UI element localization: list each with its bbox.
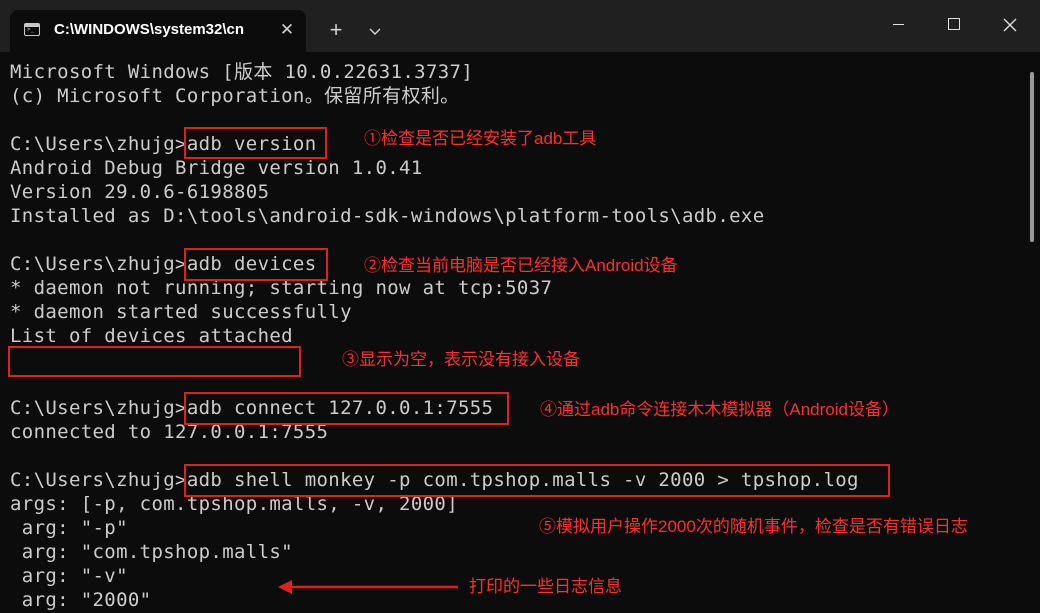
close-window-button[interactable] <box>982 0 1038 50</box>
new-tab-button[interactable]: + <box>322 17 350 45</box>
terminal-tab[interactable]: C:\WINDOWS\system32\cn ✕ <box>10 10 306 52</box>
console-line: Version 29.0.6-6198805 <box>10 181 270 203</box>
chevron-down-icon <box>369 28 381 36</box>
console-line: arg: "2000" <box>10 589 152 611</box>
annotation-note-1: ①检查是否已经安装了adb工具 <box>364 129 597 148</box>
tab-dropdown-button[interactable] <box>362 17 388 45</box>
console-line: (c) Microsoft Corporation。保留所有权利。 <box>10 85 460 107</box>
console-line: List of devices attached <box>10 325 293 347</box>
annotation-note-3: ③显示为空，表示没有接入设备 <box>342 350 580 369</box>
console-line: arg: "com.tpshop.malls" <box>10 541 293 563</box>
highlight-box-empty-device-list <box>8 346 301 377</box>
tab-title: C:\WINDOWS\system32\cn <box>54 21 245 38</box>
annotation-note-4: ④通过adb命令连接木木模拟器（Android设备） <box>540 400 899 419</box>
console-line: Installed as D:\tools\android-sdk-window… <box>10 205 765 227</box>
terminal-icon <box>24 23 40 36</box>
annotation-note-5: ⑤模拟用户操作2000次的随机事件，检查是否有错误日志 <box>539 517 968 536</box>
highlight-box-adb-version <box>184 127 327 159</box>
annotation-note-6: 打印的一些日志信息 <box>469 577 622 596</box>
highlight-box-adb-connect <box>184 392 509 425</box>
console-line: arg: "-p" <box>10 517 128 539</box>
close-icon <box>1003 18 1017 32</box>
annotation-note-2: ②检查当前电脑是否已经接入Android设备 <box>364 256 678 275</box>
console-line: Android Debug Bridge version 1.0.41 <box>10 157 423 179</box>
maximize-button[interactable] <box>926 0 982 50</box>
tab-close-button[interactable]: ✕ <box>276 19 298 41</box>
highlight-box-monkey-command <box>184 464 890 497</box>
minimize-button[interactable] <box>870 0 926 50</box>
console-line: * daemon started successfully <box>10 301 352 323</box>
console-line: Microsoft Windows [版本 10.0.22631.3737] <box>10 61 474 83</box>
highlight-box-adb-devices <box>184 248 328 281</box>
console-line: arg: "-v" <box>10 565 128 587</box>
vertical-scrollbar[interactable] <box>1030 72 1034 242</box>
title-bar: C:\WINDOWS\system32\cn ✕ + <box>0 0 1040 52</box>
arrow-left-icon <box>278 580 458 594</box>
